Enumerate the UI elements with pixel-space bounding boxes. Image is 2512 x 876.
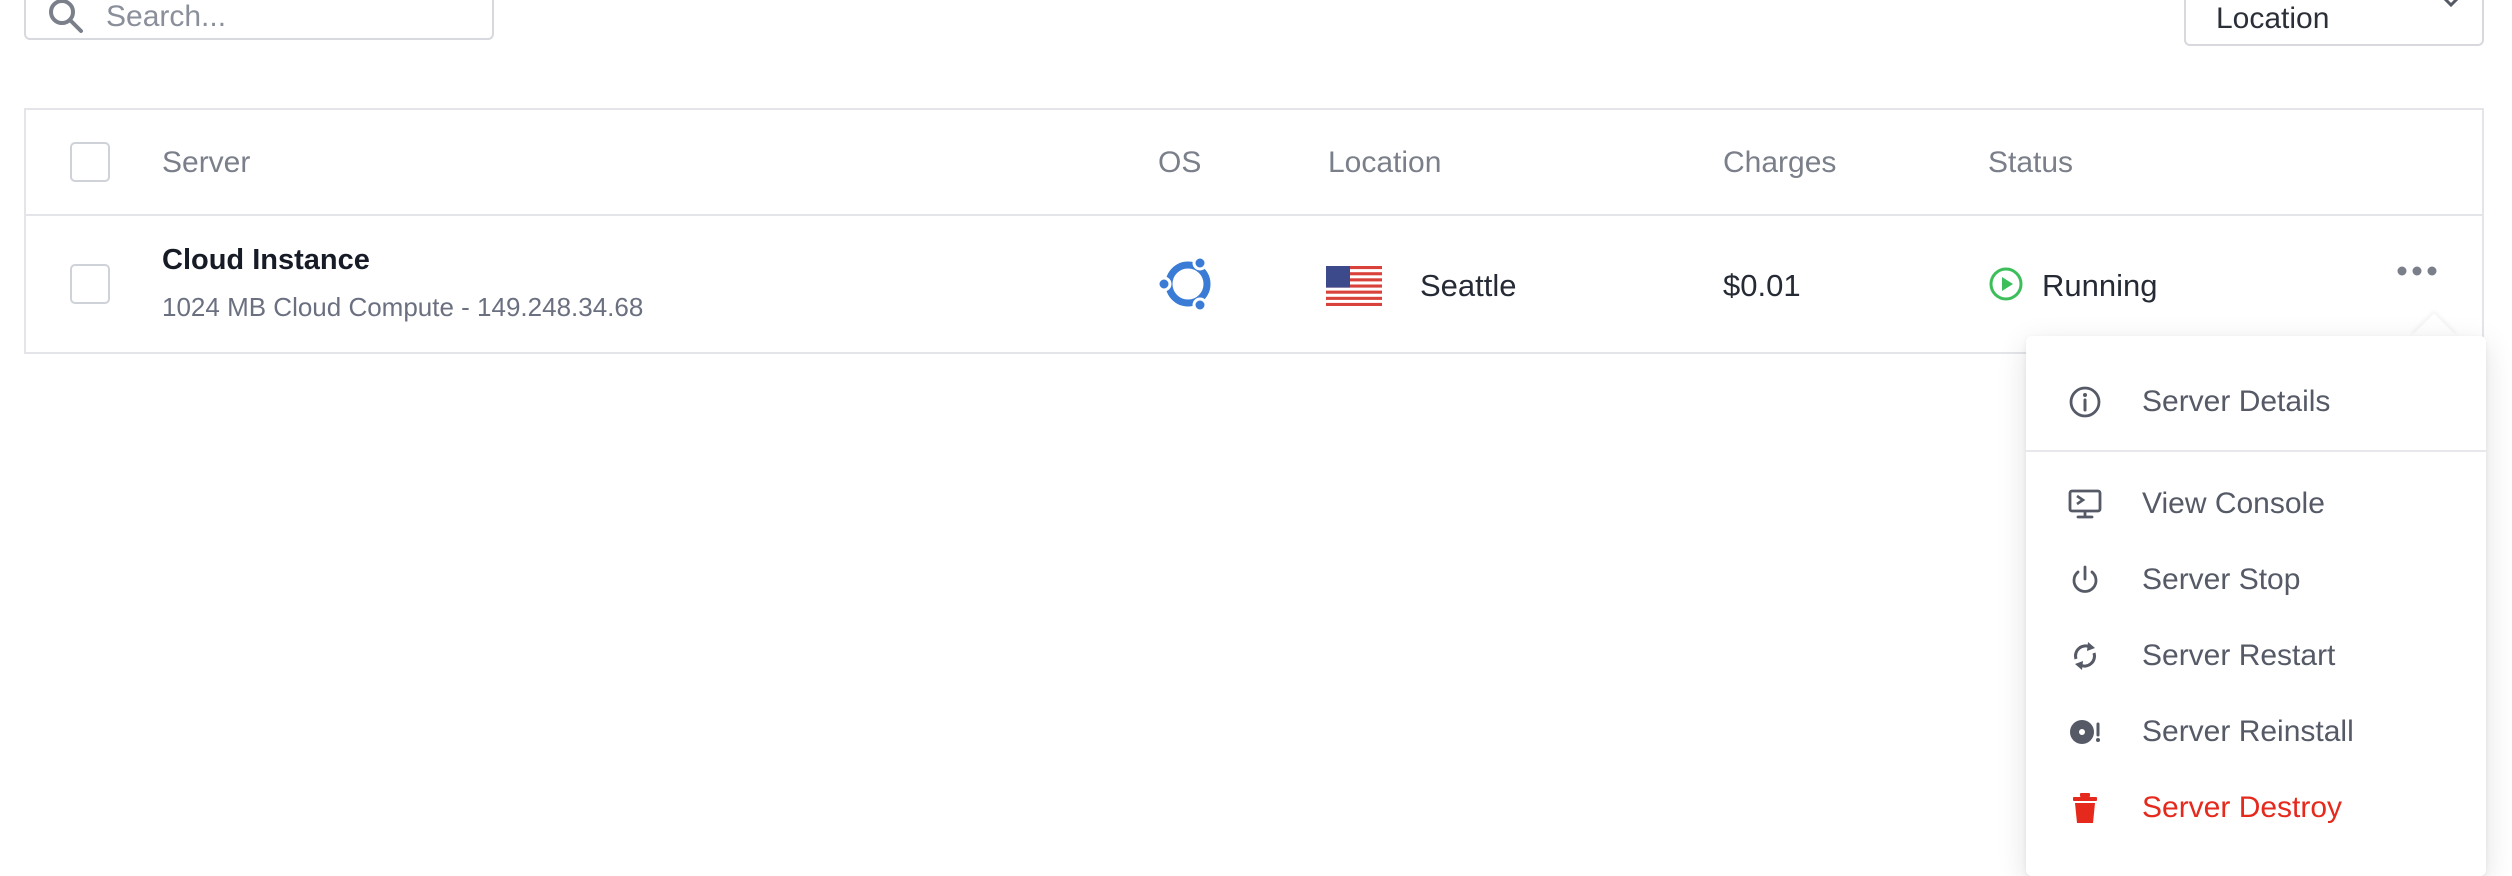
column-header-charges[interactable]: Charges [1723, 146, 1836, 180]
menu-item-view-console[interactable]: View Console [2026, 468, 2486, 538]
table-row[interactable]: Cloud Instance 1024 MB Cloud Compute - 1… [26, 216, 2482, 354]
menu-item-server-restart[interactable]: Server Restart [2026, 620, 2486, 690]
server-name-link[interactable]: Cloud Instance [162, 244, 370, 277]
column-header-location[interactable]: Location [1328, 146, 1441, 180]
trash-icon [2073, 793, 2097, 823]
play-circle-icon [1989, 267, 2023, 301]
reinstall-icon [2070, 720, 2100, 744]
column-header-server[interactable]: Server [162, 146, 250, 180]
console-icon [2068, 489, 2102, 519]
location-filter-label: Location [2216, 2, 2330, 35]
menu-item-label: Server Details [2142, 385, 2331, 418]
location-value: Seattle [1420, 268, 1517, 303]
server-actions-menu: Server Details View Console Server Stop … [2026, 336, 2486, 876]
column-header-status[interactable]: Status [1988, 146, 2073, 180]
menu-item-server-stop[interactable]: Server Stop [2026, 544, 2486, 614]
info-icon [2069, 386, 2101, 418]
more-actions-icon[interactable] [2392, 256, 2442, 286]
menu-item-label: Server Reinstall [2142, 715, 2354, 748]
menu-divider [2026, 450, 2486, 452]
charges-value: $0.01 [1723, 268, 1801, 303]
column-header-os[interactable]: OS [1158, 146, 1201, 180]
restart-icon [2074, 642, 2096, 670]
status-badge: Running [2042, 268, 2158, 303]
menu-item-label: Server Stop [2142, 563, 2301, 596]
search-placeholder: Search... [106, 0, 227, 33]
row-select-checkbox[interactable] [70, 264, 110, 304]
chevron-down-icon [2443, 0, 2459, 8]
menu-item-label: Server Restart [2142, 639, 2336, 672]
menu-item-server-destroy[interactable]: Server Destroy [2026, 772, 2486, 842]
power-icon [2072, 565, 2098, 593]
search-input[interactable]: Search... [24, 0, 494, 40]
servers-table: Server OS Location Charges Status Cloud … [24, 108, 2484, 354]
server-details-text: 1024 MB Cloud Compute - 149.248.34.68 [162, 292, 644, 322]
select-all-checkbox[interactable] [70, 142, 110, 182]
menu-item-label: Server Destroy [2142, 791, 2343, 824]
location-filter-select[interactable]: Location [2184, 0, 2484, 46]
us-flag-icon [1326, 266, 1382, 306]
menu-item-server-reinstall[interactable]: Server Reinstall [2026, 696, 2486, 766]
ubuntu-icon [1156, 255, 1211, 313]
search-icon [49, 0, 83, 33]
menu-item-server-details[interactable]: Server Details [2026, 366, 2486, 436]
table-header: Server OS Location Charges Status [26, 110, 2482, 216]
menu-item-label: View Console [2142, 487, 2325, 520]
